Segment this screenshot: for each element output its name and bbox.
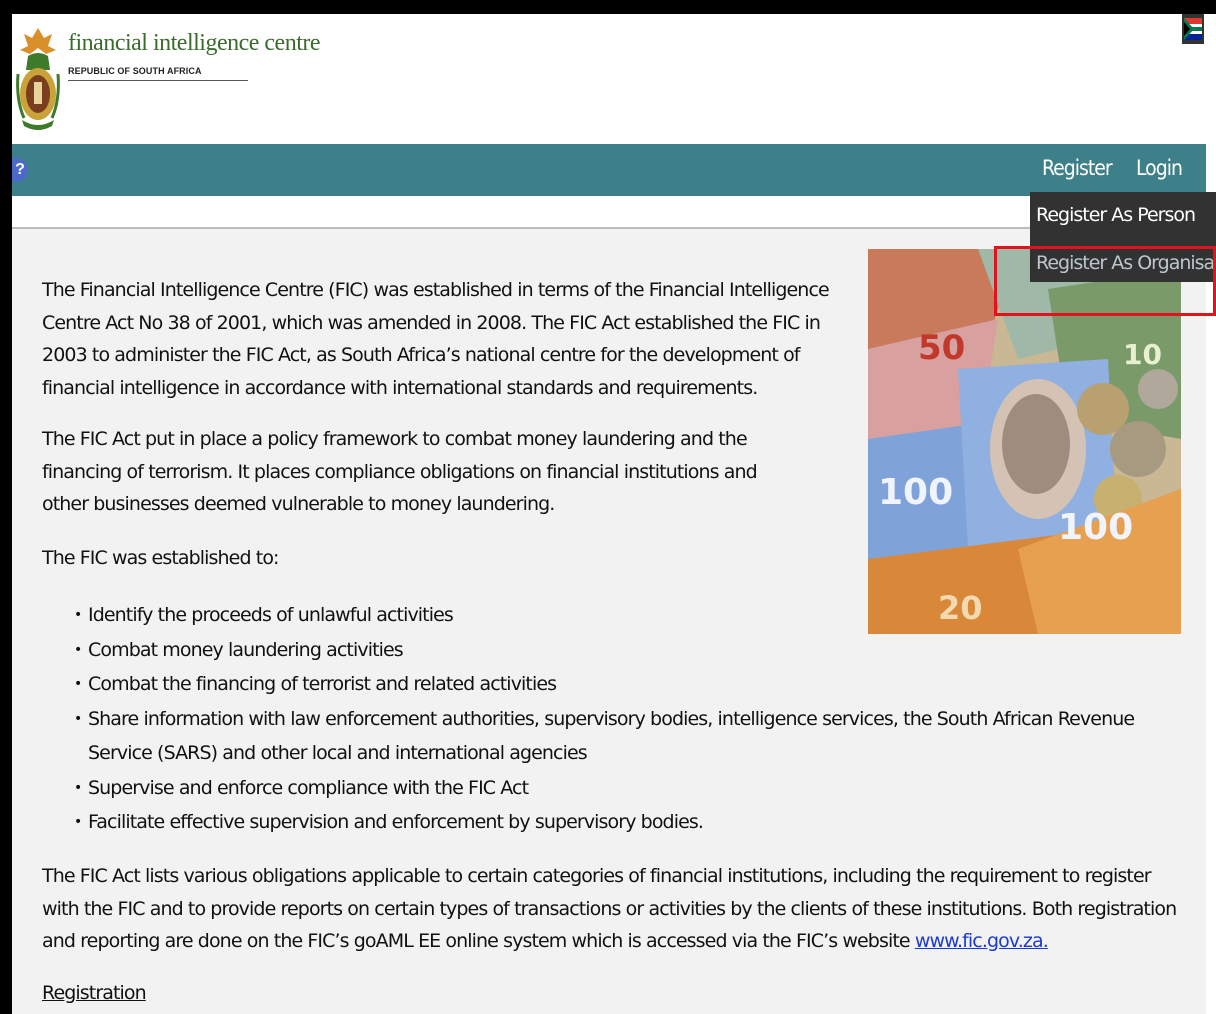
banknote-label: 10 [1123, 338, 1162, 371]
list-item: Combat money laundering activities [74, 633, 1174, 668]
help-icon[interactable]: ? [12, 158, 28, 182]
page: financial intelligence centre REPUBLIC O… [12, 14, 1216, 1014]
list-item: Identify the proceeds of unlawful activi… [74, 598, 1174, 633]
org-subtitle: REPUBLIC OF SOUTH AFRICA [68, 66, 202, 76]
nav-login[interactable]: Login [1136, 156, 1183, 180]
highlight-box [994, 246, 1216, 316]
policy-paragraph: The FIC Act put in place a policy framew… [42, 428, 758, 515]
established-heading: The FIC was established to: [42, 547, 279, 569]
south-africa-flag-icon[interactable] [1182, 14, 1204, 44]
list-item: Facilitate effective supervision and enf… [74, 805, 1174, 840]
obligations-paragraph: The FIC Act lists various obligations ap… [42, 860, 1182, 958]
purpose-list: Identify the proceeds of unlawful activi… [74, 598, 1174, 840]
intro-paragraph: The Financial Intelligence Centre (FIC) … [42, 279, 830, 399]
list-item: Supervise and enforce compliance with th… [74, 771, 1174, 806]
nav-register[interactable]: Register [1042, 156, 1113, 180]
list-item: Combat the financing of terrorist and re… [74, 667, 1174, 702]
registration-link[interactable]: Registration [42, 982, 147, 1004]
header-divider [68, 80, 248, 81]
org-name: financial intelligence centre [68, 30, 321, 56]
register-as-person-item[interactable]: Register As Person [1036, 204, 1196, 226]
list-item: Share information with law enforcement a… [74, 702, 1174, 771]
banknote-label: 50 [918, 328, 965, 368]
banknote-label: 100 [1058, 507, 1133, 548]
fic-website-link[interactable]: www.fic.gov.za. [915, 930, 1049, 952]
nav-bar: ? Register Login [12, 144, 1206, 196]
coat-of-arms-logo [16, 28, 60, 130]
site-header: financial intelligence centre REPUBLIC O… [12, 14, 1216, 144]
banknote-label: 100 [878, 472, 953, 513]
